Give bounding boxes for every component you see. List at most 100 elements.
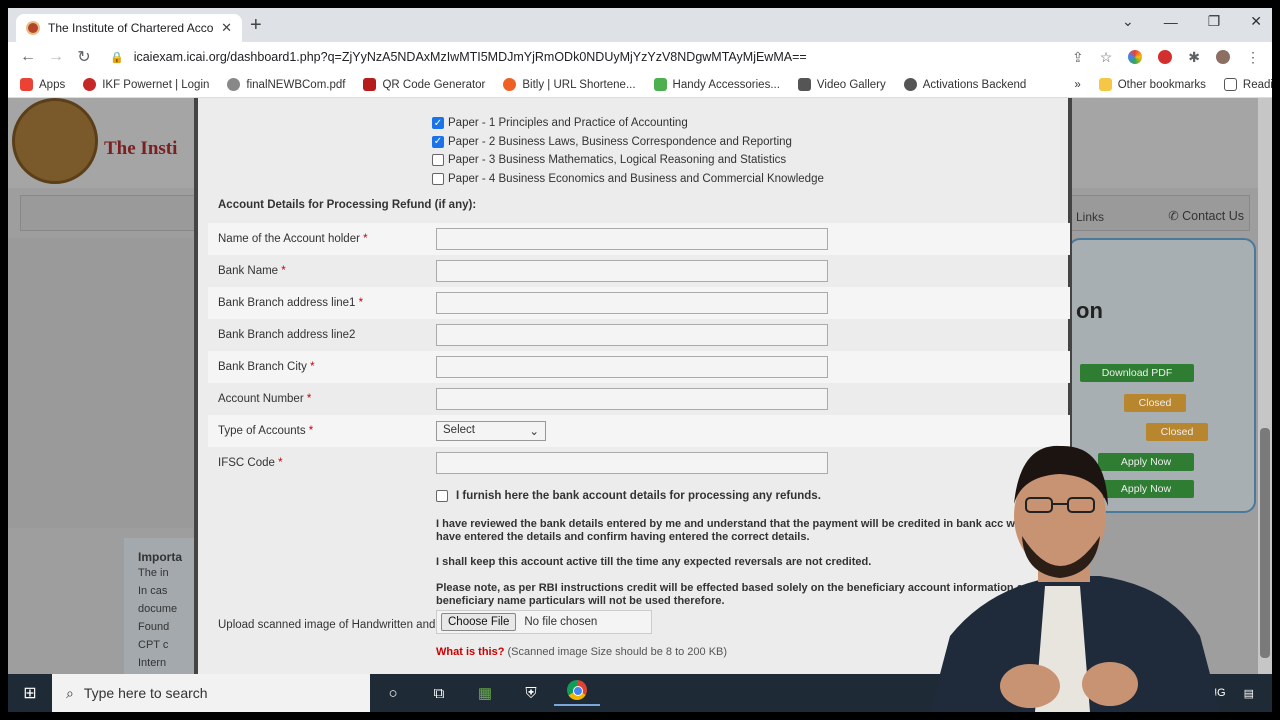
bookmark-label: IKF Powernet | Login	[102, 78, 210, 91]
bg-important-title: Importa	[138, 550, 183, 564]
field-label: Account Number *	[218, 393, 311, 405]
ifsc-input[interactable]	[436, 452, 828, 474]
bookmark-activations[interactable]: Activations Backend	[903, 78, 1027, 91]
address-line2-input[interactable]	[436, 324, 828, 346]
label-text: Bank Branch City	[218, 361, 307, 373]
paper-option-1[interactable]: ✓ Paper - 1 Principles and Practice of Ac…	[432, 114, 824, 133]
other-bookmarks-label: Other bookmarks	[1117, 78, 1206, 91]
size-hint: (Scanned image Size should be 8 to 200 K…	[507, 646, 728, 658]
branch-city-input[interactable]	[436, 356, 828, 378]
other-bookmarks[interactable]: Other bookmarks	[1098, 78, 1206, 91]
scrollbar-thumb[interactable]	[1260, 428, 1270, 658]
row-account-number: Account Number *	[208, 383, 1070, 415]
paper-option-4[interactable]: Paper - 4 Business Economics and Busines…	[432, 170, 824, 189]
address-line1-input[interactable]	[436, 292, 828, 314]
window-controls: ⌄ — ❐ ✕	[1122, 13, 1262, 30]
bookmark-video[interactable]: Video Gallery	[797, 78, 886, 91]
security-shield-icon[interactable]: ⛨	[508, 685, 554, 702]
tab-strip: The Institute of Chartered Accou ✕ + ⌄ —…	[8, 8, 1272, 42]
taskbar-search[interactable]: ⌕ Type here to search	[52, 674, 370, 712]
bookmark-ikf[interactable]: IKF Powernet | Login	[83, 78, 209, 91]
checkbox-checked-icon[interactable]: ✓	[432, 135, 444, 148]
checkbox-icon[interactable]	[436, 490, 448, 502]
reload-icon[interactable]: ↻	[70, 47, 98, 67]
file-upload-field[interactable]: Choose File No file chosen	[436, 610, 652, 634]
required-marker: *	[310, 361, 315, 373]
furnish-confirmation[interactable]: I furnish here the bank account details …	[436, 490, 821, 502]
bookmark-label: Activations Backend	[922, 78, 1027, 91]
close-tab-icon[interactable]: ✕	[221, 20, 232, 36]
bg-site-title: The Insti	[104, 138, 178, 159]
bg-important-panel: Importa The in In cas docume Found CPT c…	[124, 538, 204, 674]
browser-window: The Institute of Chartered Accou ✕ + ⌄ —…	[8, 8, 1272, 712]
bookmark-label: QR Code Generator	[382, 78, 486, 91]
windows-start-icon[interactable]: ⊞	[8, 683, 52, 703]
restore-icon[interactable]: ❐	[1208, 13, 1221, 30]
account-holder-input[interactable]	[436, 228, 828, 250]
list-item: Found	[138, 621, 170, 633]
address-bar[interactable]: 🔒 icaiexam.icai.org/dashboard1.php?q=ZjY…	[110, 44, 1260, 70]
color-extension-icon[interactable]	[1128, 50, 1143, 64]
checkbox-icon[interactable]	[432, 154, 444, 167]
bookmark-pdf[interactable]: finalNEWBCom.pdf	[227, 78, 345, 91]
list-item: CPT c	[138, 639, 169, 651]
browser-tab[interactable]: The Institute of Chartered Accou ✕	[16, 14, 242, 42]
bg-contact-us[interactable]: ✆ Contact Us	[1168, 208, 1244, 223]
globe-icon	[903, 78, 917, 91]
lock-icon[interactable]: 🔒	[110, 51, 124, 64]
bookmark-apps[interactable]: Apps	[20, 78, 65, 91]
paper-option-2[interactable]: ✓ Paper - 2 Business Laws, Business Corre…	[432, 133, 824, 152]
required-marker: *	[363, 233, 368, 245]
task-view-icon[interactable]: ⧉	[416, 685, 462, 702]
bg-closed-button[interactable]: Closed	[1124, 394, 1186, 412]
contact-label: Contact Us	[1182, 209, 1244, 223]
label-text: Name of the Account holder	[218, 233, 360, 245]
bg-links-menu[interactable]: Links	[1076, 210, 1104, 224]
menu-kebab-icon[interactable]: ⋮	[1246, 49, 1260, 66]
adblock-icon[interactable]	[1158, 50, 1173, 64]
reading-list[interactable]: Reading list	[1223, 78, 1272, 91]
url-text[interactable]: icaiexam.icai.org/dashboard1.php?q=ZjYyN…	[134, 50, 807, 64]
field-label: Type of Accounts *	[218, 425, 313, 437]
bookmark-star-icon[interactable]: ☆	[1100, 49, 1113, 66]
cortana-icon[interactable]: ○	[370, 685, 416, 702]
choose-file-button[interactable]: Choose File	[441, 613, 517, 631]
field-label: Bank Name *	[218, 265, 286, 277]
what-is-this-link[interactable]: What is this?	[436, 646, 504, 658]
tab-search-icon[interactable]: ⌄	[1122, 13, 1134, 30]
extensions-puzzle-icon[interactable]: ✱	[1188, 49, 1200, 66]
account-number-input[interactable]	[436, 388, 828, 410]
select-value: Select	[443, 424, 475, 436]
pdf-icon	[227, 78, 241, 91]
chrome-taskbar-icon[interactable]	[554, 680, 600, 706]
paper-option-3[interactable]: Paper - 3 Business Mathematics, Logical …	[432, 151, 824, 170]
forward-icon[interactable]: →	[42, 48, 70, 66]
close-window-icon[interactable]: ✕	[1250, 13, 1262, 30]
list-item: The in	[138, 567, 169, 579]
checkbox-icon[interactable]	[432, 172, 444, 185]
calculator-icon[interactable]: ▦	[462, 684, 508, 702]
bitly-icon	[503, 78, 517, 91]
profile-avatar-icon[interactable]	[1216, 50, 1230, 64]
apps-grid-icon	[20, 78, 33, 91]
back-icon[interactable]: ←	[14, 48, 42, 66]
account-type-select[interactable]: Select ⌄	[436, 421, 546, 441]
notifications-icon[interactable]: ▤	[1244, 687, 1254, 700]
list-item: Intern	[138, 657, 167, 669]
bookmark-bitly[interactable]: Bitly | URL Shortene...	[503, 78, 636, 91]
bg-download-pdf-button[interactable]: Download PDF	[1080, 364, 1194, 382]
bank-name-input[interactable]	[436, 260, 828, 282]
handy-icon	[653, 78, 667, 91]
share-icon[interactable]: ⇪	[1072, 49, 1084, 66]
minimize-icon[interactable]: —	[1164, 14, 1178, 30]
label-text: Account Number	[218, 393, 304, 405]
bookmark-label: finalNEWBCom.pdf	[246, 78, 346, 91]
bookmarks-overflow-icon[interactable]: »	[1074, 79, 1080, 91]
bookmark-qr[interactable]: QR Code Generator	[363, 78, 485, 91]
new-tab-icon[interactable]: +	[250, 15, 262, 35]
overflow-label: »	[1074, 78, 1081, 91]
bookmark-handy[interactable]: Handy Accessories...	[653, 78, 780, 91]
checkbox-checked-icon[interactable]: ✓	[432, 117, 444, 130]
page-scrollbar[interactable]	[1258, 98, 1272, 674]
list-item: docume	[138, 603, 178, 615]
